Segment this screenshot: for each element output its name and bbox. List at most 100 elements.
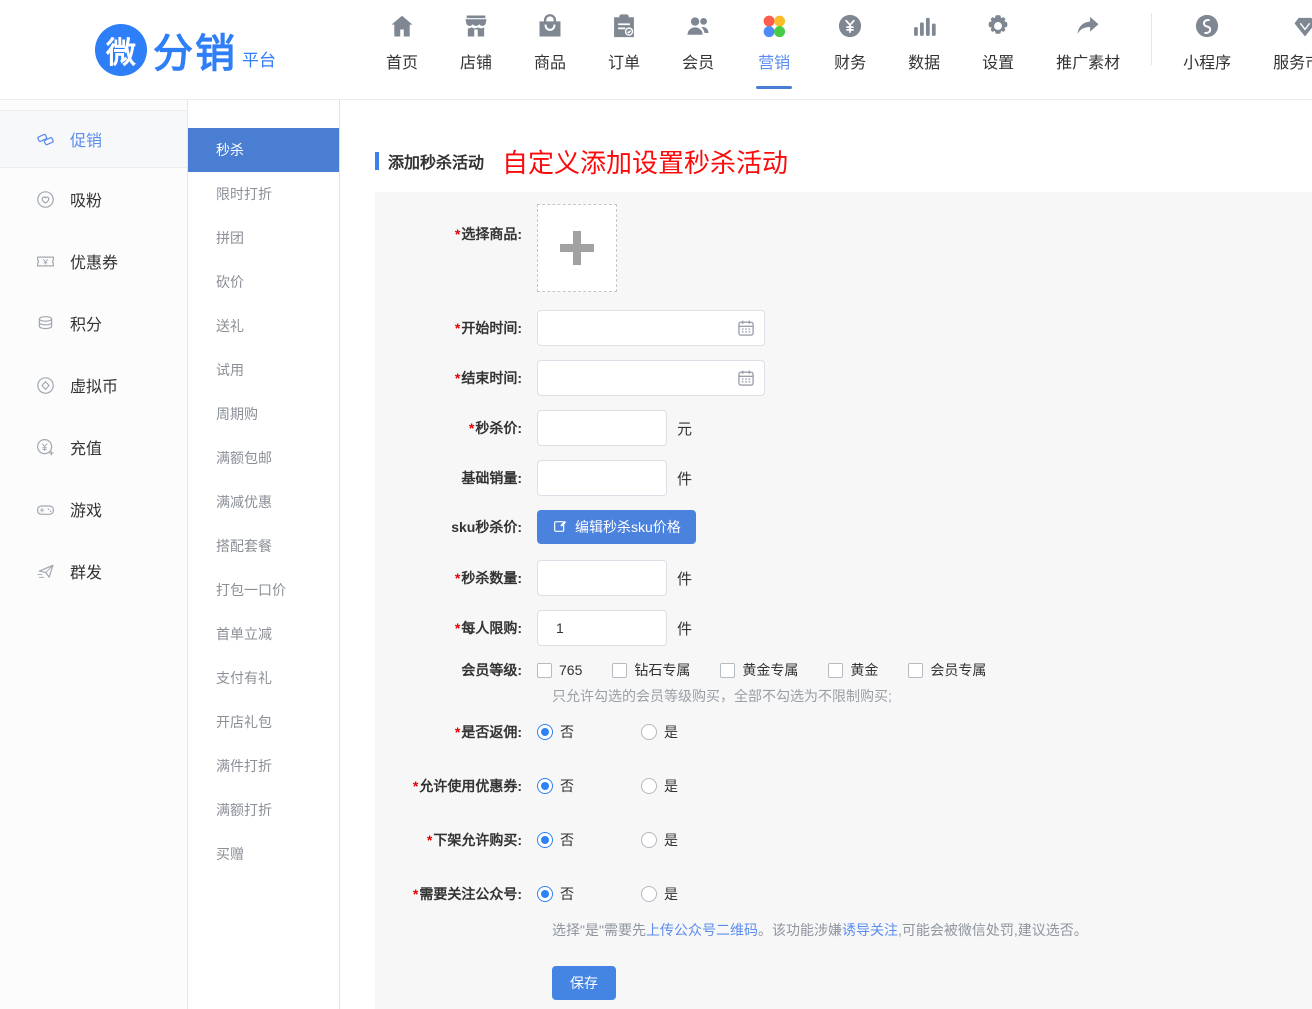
form-row-seckill-price: *秒杀价: 元 — [375, 410, 1312, 446]
level-option-765[interactable]: 765 — [537, 662, 582, 678]
nav-item-miniprogram[interactable]: 小程序 — [1162, 11, 1252, 73]
seckill-qty-input[interactable] — [537, 560, 667, 596]
nav-item-service-market[interactable]: 服务市场 — [1252, 11, 1312, 73]
radio[interactable] — [641, 886, 657, 902]
form-row-start-time: *开始时间: — [375, 310, 1312, 346]
sku-price-label: sku秒杀价: — [451, 519, 522, 535]
sidebar-item-virtual-coin[interactable]: 虚拟币 — [0, 354, 187, 416]
induce-follow-link[interactable]: 诱导关注 — [842, 922, 898, 938]
submenu-item-combo-package[interactable]: 搭配套餐 — [188, 524, 339, 568]
checkbox[interactable] — [908, 663, 923, 678]
calendar-icon[interactable] — [736, 368, 756, 388]
nav-item-shop[interactable]: 店铺 — [439, 11, 513, 73]
upload-qrcode-link[interactable]: 上传公众号二维码 — [646, 922, 758, 938]
rebate-option-yes[interactable]: 是 — [641, 722, 678, 742]
start-time-input[interactable] — [537, 310, 765, 346]
nav-item-settings[interactable]: 设置 — [961, 11, 1035, 73]
level-option-diamond[interactable]: 钻石专属 — [612, 660, 690, 680]
edit-sku-price-button[interactable]: 编辑秒杀sku价格 — [537, 510, 696, 544]
submenu-item-flash-sale[interactable]: 秒杀 — [188, 128, 339, 172]
checkbox[interactable] — [612, 663, 627, 678]
add-product-button[interactable] — [537, 204, 617, 292]
radio-selected[interactable] — [537, 724, 553, 740]
sidebar-item-promotion[interactable]: 促销 — [0, 110, 187, 168]
save-button[interactable]: 保存 — [552, 966, 616, 1000]
submenu-item-time-discount[interactable]: 限时打折 — [188, 172, 339, 216]
calendar-icon[interactable] — [736, 318, 756, 338]
offshelf-option-yes[interactable]: 是 — [641, 830, 678, 850]
brand-logo-icon: 微 — [95, 24, 147, 76]
follow-option-no[interactable]: 否 — [537, 884, 574, 904]
sidebar-item-points[interactable]: 积分 — [0, 292, 187, 354]
submenu-item-free-shipping[interactable]: 满额包邮 — [188, 436, 339, 480]
sidebar-item-recharge[interactable]: 充值 — [0, 416, 187, 478]
start-time-label: 开始时间: — [461, 320, 522, 336]
offshelf-option-no[interactable]: 否 — [537, 830, 574, 850]
nav-divider — [1151, 13, 1152, 65]
nav-item-data[interactable]: 数据 — [887, 11, 961, 73]
base-sales-input[interactable] — [537, 460, 667, 496]
form-row-purchase-limit: *每人限购: 件 — [375, 610, 1312, 646]
submenu-item-cycle-buy[interactable]: 周期购 — [188, 392, 339, 436]
submenu-item-buy-give[interactable]: 买赠 — [188, 832, 339, 876]
shop-icon — [462, 11, 490, 41]
submenu-item-bargain[interactable]: 砍价 — [188, 260, 339, 304]
seckill-price-input[interactable] — [537, 410, 667, 446]
level-option-member-exclusive[interactable]: 会员专属 — [908, 660, 986, 680]
send-icon — [35, 560, 57, 582]
order-clipboard-icon — [610, 11, 638, 41]
member-levels-hint: 只允许勾选的会员等级购买，全部不勾选为不限制购买; — [552, 686, 1312, 706]
checkbox[interactable] — [720, 663, 735, 678]
submenu-item-first-order-discount[interactable]: 首单立减 — [188, 612, 339, 656]
level-option-gold[interactable]: 黄金 — [828, 660, 878, 680]
coupon-option-yes[interactable]: 是 — [641, 776, 678, 796]
radio[interactable] — [641, 778, 657, 794]
red-banner-text: 自定义添加设置秒杀活动 — [502, 143, 788, 180]
end-time-input[interactable] — [537, 360, 765, 396]
radio[interactable] — [641, 724, 657, 740]
nav-item-orders[interactable]: 订单 — [587, 11, 661, 73]
radio-selected[interactable] — [537, 778, 553, 794]
nav-item-goods[interactable]: 商品 — [513, 11, 587, 73]
coins-stack-icon — [35, 312, 57, 334]
sidebar-item-mass-send[interactable]: 群发 — [0, 540, 187, 602]
nav-item-promo-materials[interactable]: 推广素材 — [1035, 11, 1141, 73]
submenu-item-group-buy[interactable]: 拼团 — [188, 216, 339, 260]
radio-selected[interactable] — [537, 832, 553, 848]
offshelf-buy-label: 下架允许购买: — [433, 832, 522, 848]
submenu-item-quantity-discount[interactable]: 满件打折 — [188, 744, 339, 788]
submenu-item-trial[interactable]: 试用 — [188, 348, 339, 392]
form-row-allow-coupon: *允许使用优惠券: 否 是 — [375, 776, 1312, 796]
sidebar-item-attract-fans[interactable]: 吸粉 — [0, 168, 187, 230]
submenu-item-gift[interactable]: 送礼 — [188, 304, 339, 348]
nav-item-finance[interactable]: 财务 — [813, 11, 887, 73]
submenu-item-shop-open-gift[interactable]: 开店礼包 — [188, 700, 339, 744]
radio-selected[interactable] — [537, 886, 553, 902]
brand-suffix: 平台 — [242, 46, 276, 71]
coupon-option-no[interactable]: 否 — [537, 776, 574, 796]
unit-piece: 件 — [677, 618, 692, 639]
form-row-member-levels: 会员等级: 765 钻石专属 黄金专属 黄金 会员专属 — [375, 660, 1312, 680]
nav-item-home[interactable]: 首页 — [365, 11, 439, 73]
form-panel: *选择商品: *开始时间: *结束时间: — [375, 192, 1312, 1009]
level-option-gold-exclusive[interactable]: 黄金专属 — [720, 660, 798, 680]
member-levels-label: 会员等级: — [461, 662, 522, 678]
sidebar-item-coupons[interactable]: 优惠券 — [0, 230, 187, 292]
rebate-option-no[interactable]: 否 — [537, 722, 574, 742]
rebate-label: 是否返佣: — [461, 724, 522, 740]
radio[interactable] — [641, 832, 657, 848]
form-row-offshelf-buy: *下架允许购买: 否 是 — [375, 830, 1312, 850]
bar-chart-icon — [910, 11, 938, 41]
checkbox[interactable] — [828, 663, 843, 678]
purchase-limit-input[interactable] — [537, 610, 667, 646]
submenu-item-pay-gift[interactable]: 支付有礼 — [188, 656, 339, 700]
heart-circle-icon — [35, 188, 57, 210]
sidebar-item-games[interactable]: 游戏 — [0, 478, 187, 540]
submenu-item-full-reduction[interactable]: 满减优惠 — [188, 480, 339, 524]
submenu-item-package-fixed-price[interactable]: 打包一口价 — [188, 568, 339, 612]
nav-item-marketing[interactable]: 营销 — [735, 11, 813, 89]
follow-option-yes[interactable]: 是 — [641, 884, 678, 904]
checkbox[interactable] — [537, 663, 552, 678]
nav-item-members[interactable]: 会员 — [661, 11, 735, 73]
submenu-item-amount-discount[interactable]: 满额打折 — [188, 788, 339, 832]
